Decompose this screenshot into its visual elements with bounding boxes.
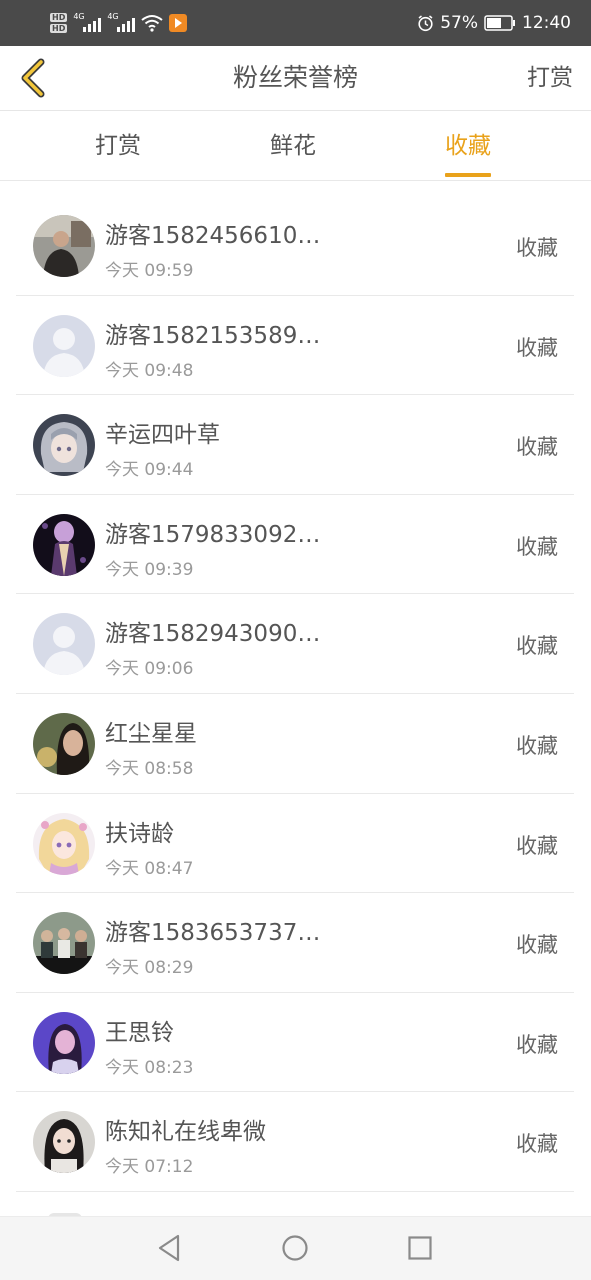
avatar-photo-group-icon [33, 912, 95, 975]
favorite-label: 收藏 [516, 534, 558, 559]
recents-square-icon [408, 1236, 432, 1260]
list-item[interactable]: 游客1579833092… 今天 09:39 收藏 [0, 495, 591, 595]
favorite-label: 收藏 [516, 435, 558, 460]
list-item[interactable]: 扶诗龄 今天 08:47 收藏 [0, 794, 591, 894]
list-item[interactable]: 游客1582943090… 今天 09:06 收藏 [0, 594, 591, 694]
signal-icon: 4G [73, 12, 102, 32]
user-name: 红尘星星 [105, 720, 197, 747]
avatar-anime-gray-icon [33, 414, 95, 477]
hd-label-2: HD [50, 24, 68, 33]
network-label-2: 4G [107, 12, 119, 21]
chevron-left-icon [21, 58, 45, 98]
hd-label-1: HD [50, 13, 68, 22]
favorite-label: 收藏 [516, 933, 558, 958]
fan-list: 游客1582456610… 今天 09:59 收藏 游客1582153589… … [0, 196, 591, 1192]
tab-tip[interactable]: 打赏 [95, 111, 141, 180]
user-name: 游客1583653737… [105, 920, 321, 947]
avatar[interactable] [33, 712, 95, 775]
back-button[interactable] [14, 56, 50, 100]
favorite-label: 收藏 [516, 833, 558, 858]
list-item[interactable]: 游客1582456610… 今天 09:59 收藏 [0, 196, 591, 296]
list-item[interactable]: 辛运四叶草 今天 09:44 收藏 [0, 395, 591, 495]
avatar-photo-purple-icon [33, 1011, 95, 1074]
avatar[interactable] [33, 513, 95, 576]
battery-icon [484, 15, 515, 31]
tab-favorites[interactable]: 收藏 [445, 111, 491, 180]
wifi-icon [141, 15, 163, 32]
default-user-icon [33, 613, 95, 676]
user-name: 游客1582153589… [105, 322, 321, 349]
avatar-photo-girl-icon [33, 1111, 95, 1174]
avatar[interactable] [33, 215, 95, 277]
default-user-icon [33, 314, 95, 377]
favorite-label: 收藏 [516, 634, 558, 659]
tab-flowers[interactable]: 鲜花 [270, 111, 316, 180]
timestamp: 今天 09:39 [105, 559, 194, 580]
timestamp: 今天 08:29 [105, 958, 194, 979]
clock: 12:40 [522, 13, 571, 33]
avatar[interactable] [33, 1111, 95, 1174]
system-back-button[interactable] [154, 1233, 184, 1263]
alarm-icon [418, 14, 433, 31]
back-triangle-icon [158, 1234, 180, 1262]
timestamp: 今天 09:48 [105, 360, 194, 381]
user-name: 扶诗龄 [105, 820, 174, 847]
list-item[interactable]: 游客1582153589… 今天 09:48 收藏 [0, 296, 591, 396]
system-home-button[interactable] [280, 1233, 310, 1263]
favorite-label: 收藏 [516, 335, 558, 360]
list-item[interactable]: 王思铃 今天 08:23 收藏 [0, 993, 591, 1093]
list-item[interactable]: 游客1583653737… 今天 08:29 收藏 [0, 893, 591, 993]
user-name: 王思铃 [105, 1019, 174, 1046]
battery-percent: 57% [440, 13, 478, 33]
list-item[interactable]: 陈知礼在线卑微 今天 07:12 收藏 [0, 1092, 591, 1192]
favorite-label: 收藏 [516, 236, 558, 260]
status-right: 57% 12:40 [417, 0, 571, 46]
avatar[interactable] [33, 812, 95, 875]
list-item[interactable]: 红尘星星 今天 08:58 收藏 [0, 694, 591, 794]
timestamp: 今天 07:12 [105, 1157, 194, 1178]
signal-icon-2: 4G [107, 12, 136, 32]
user-name: 陈知礼在线卑微 [105, 1119, 266, 1146]
system-recents-button[interactable] [405, 1233, 435, 1263]
favorite-label: 收藏 [516, 733, 558, 758]
favorite-label: 收藏 [516, 1032, 558, 1057]
app-notification-icon [169, 14, 188, 32]
avatar[interactable] [33, 314, 95, 377]
hd-icon: HD HD [50, 13, 68, 33]
timestamp: 今天 08:23 [105, 1057, 194, 1078]
status-left: HD HD 4G 4G [50, 7, 188, 39]
timestamp: 今天 08:58 [105, 758, 194, 779]
avatar[interactable] [33, 912, 95, 975]
avatar-anime-light-icon [33, 812, 95, 875]
avatar[interactable] [33, 613, 95, 676]
system-nav-bar [0, 1216, 591, 1280]
user-name: 辛运四叶草 [105, 422, 220, 449]
avatar-stage-dark-icon [33, 513, 95, 576]
fan-honor-page: HD HD 4G 4G 57% 12:40 粉丝荣誉榜 打赏 打赏 鲜花 收藏 … [0, 0, 591, 1280]
user-name: 游客1582943090… [105, 621, 321, 648]
page-title: 粉丝荣誉榜 [232, 63, 358, 92]
tab-bar: 打赏 鲜花 收藏 [0, 111, 591, 181]
avatar[interactable] [33, 1011, 95, 1074]
timestamp: 今天 09:44 [105, 460, 194, 481]
favorite-label: 收藏 [516, 1132, 558, 1157]
network-label: 4G [73, 12, 85, 21]
nav-bar: 粉丝荣誉榜 打赏 [0, 46, 591, 111]
avatar-photo-man-icon [33, 215, 95, 277]
user-name: 游客1579833092… [105, 521, 321, 548]
tip-button[interactable]: 打赏 [527, 46, 573, 110]
user-name: 游客1582456610… [105, 223, 321, 249]
home-circle-icon [282, 1235, 308, 1261]
status-bar: HD HD 4G 4G 57% 12:40 [0, 0, 591, 46]
timestamp: 今天 09:59 [105, 261, 194, 281]
avatar-photo-woman-icon [33, 712, 95, 775]
avatar[interactable] [33, 414, 95, 477]
timestamp: 今天 09:06 [105, 659, 194, 680]
timestamp: 今天 08:47 [105, 858, 194, 879]
